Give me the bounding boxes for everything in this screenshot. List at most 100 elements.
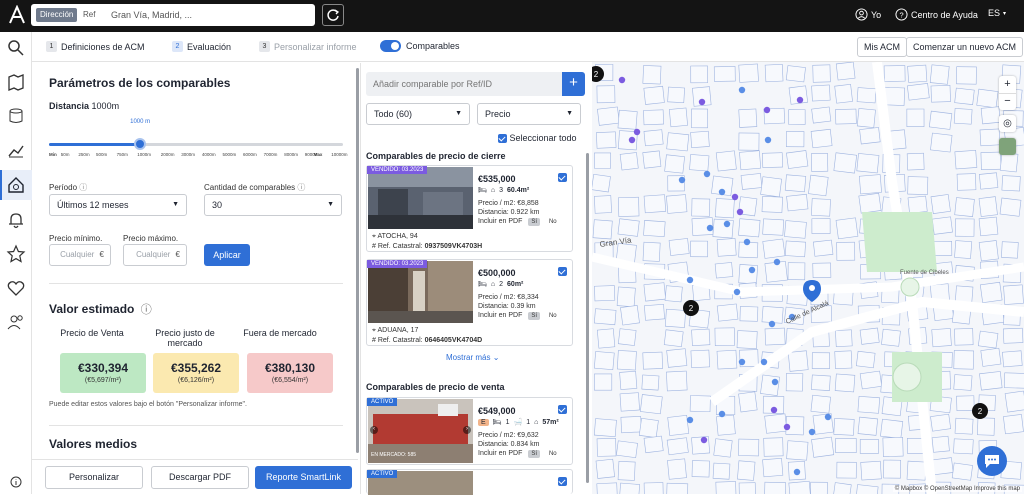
- distance-slider[interactable]: 1000 m Min 50m 250m 500m 750m 1000m 2000m 3000m…: [49, 119, 348, 157]
- locate-button[interactable]: ◎: [999, 115, 1016, 132]
- comparable-checkbox[interactable]: [558, 405, 567, 414]
- search-mode-ref-tab[interactable]: Ref: [83, 8, 95, 22]
- bell-icon[interactable]: [6, 210, 26, 230]
- include-yes-button[interactable]: Sí: [528, 218, 540, 226]
- comparable-map-marker[interactable]: [700, 436, 708, 444]
- comparable-map-marker[interactable]: [736, 208, 744, 216]
- info-icon[interactable]: ⓘ: [141, 304, 152, 316]
- left-panel-scrollbar[interactable]: [356, 68, 359, 453]
- zoom-in-button[interactable]: +: [999, 76, 1016, 93]
- comparable-map-marker[interactable]: [628, 136, 636, 144]
- comparable-map-marker[interactable]: [718, 410, 726, 418]
- cluster-marker[interactable]: 2: [683, 300, 699, 316]
- comparable-map-marker[interactable]: [783, 423, 791, 431]
- comparable-map-marker[interactable]: [686, 276, 694, 284]
- comparable-map-marker[interactable]: [698, 98, 706, 106]
- comparable-map-marker[interactable]: [686, 416, 694, 424]
- gallery-next-arrow[interactable]: ›: [463, 426, 471, 434]
- comparable-map-marker[interactable]: [718, 188, 726, 196]
- comparable-map-marker[interactable]: [723, 220, 731, 228]
- comparable-map-marker[interactable]: [764, 136, 772, 144]
- comparable-card[interactable]: ACTIVO ‹ › EN MERCADO: 585 €549,000 E 🛏 …: [366, 397, 573, 465]
- smartlink-report-button[interactable]: Reporte SmartLink: [255, 466, 352, 489]
- comparable-map-marker[interactable]: [763, 106, 771, 114]
- filter-select[interactable]: Todo (60) ▼: [366, 103, 470, 125]
- comparable-map-marker[interactable]: [738, 86, 746, 94]
- step-definitions[interactable]: 1 Definiciones de ACM: [46, 41, 145, 52]
- chart-icon[interactable]: [6, 140, 26, 160]
- step-evaluation[interactable]: 2 Evaluación: [172, 41, 231, 52]
- min-price-input[interactable]: Cualquier €: [49, 244, 111, 266]
- map-style-button[interactable]: [999, 138, 1016, 155]
- comparable-checkbox[interactable]: [558, 173, 567, 182]
- comparable-map-marker[interactable]: [768, 320, 776, 328]
- comparable-map-marker[interactable]: [760, 358, 768, 366]
- comparables-toggle[interactable]: [380, 40, 401, 52]
- refresh-button[interactable]: [322, 4, 344, 26]
- include-no-button[interactable]: No: [546, 218, 560, 226]
- users-icon[interactable]: [6, 312, 26, 332]
- apply-button[interactable]: Aplicar: [204, 244, 250, 266]
- period-select[interactable]: Últimos 12 meses ▼: [49, 194, 187, 216]
- sort-select[interactable]: Precio ▼: [477, 103, 581, 125]
- comparable-map-marker[interactable]: [808, 428, 816, 436]
- chat-button[interactable]: [977, 446, 1007, 476]
- comparable-map-marker[interactable]: [618, 76, 626, 84]
- comparable-map-marker[interactable]: [748, 266, 756, 274]
- comparable-map-marker[interactable]: [678, 176, 686, 184]
- comparable-map-marker[interactable]: [743, 238, 751, 246]
- map-view[interactable]: Gran Vía Calle de Alcalá Fuente de Cibel…: [592, 62, 1024, 494]
- count-select[interactable]: 30 ▼: [204, 194, 342, 216]
- search-icon[interactable]: [6, 38, 26, 58]
- money-icon[interactable]: [6, 106, 26, 126]
- max-price-input[interactable]: Cualquier €: [123, 244, 187, 266]
- include-no-button[interactable]: No: [546, 312, 560, 320]
- address-search[interactable]: Dirección Ref: [31, 4, 315, 26]
- add-comparable-button[interactable]: +: [562, 72, 585, 96]
- user-menu[interactable]: Yo: [855, 8, 881, 21]
- comparable-card[interactable]: VENDIDO: 03.2023 €535,000 🛏 ⌂ 3 60.4m² Pr…: [366, 165, 573, 252]
- comparable-map-marker[interactable]: [703, 170, 711, 178]
- show-more-link[interactable]: Mostrar más ⌄: [446, 353, 499, 362]
- download-pdf-button[interactable]: Descargar PDF: [151, 466, 249, 489]
- comparable-checkbox[interactable]: [558, 477, 567, 486]
- search-mode-address-tab[interactable]: Dirección: [36, 8, 78, 22]
- help-center-link[interactable]: ? Centro de Ayuda: [895, 8, 978, 21]
- slider-handle[interactable]: [134, 138, 147, 150]
- step-customize-report[interactable]: 3 Personalizar informe: [259, 41, 357, 52]
- comparable-map-marker[interactable]: [824, 413, 832, 421]
- new-acm-button[interactable]: Comenzar un nuevo ACM: [906, 37, 1024, 57]
- comparable-checkbox[interactable]: [558, 267, 567, 276]
- zoom-out-button[interactable]: −: [999, 93, 1016, 110]
- include-yes-button[interactable]: Sí: [528, 450, 540, 458]
- comparable-map-marker[interactable]: [771, 378, 779, 386]
- comparable-map-marker[interactable]: [731, 193, 739, 201]
- heart-home-icon[interactable]: [6, 278, 26, 298]
- comparables-scrollbar[interactable]: [586, 153, 589, 483]
- cluster-marker[interactable]: 2: [972, 403, 988, 419]
- map-canvas[interactable]: Gran Vía Calle de Alcalá Fuente de Cibel…: [592, 62, 1024, 494]
- include-yes-button[interactable]: Sí: [528, 312, 540, 320]
- select-all-checkbox[interactable]: [498, 134, 507, 144]
- comparable-map-marker[interactable]: [738, 358, 746, 366]
- address-search-input[interactable]: [111, 8, 221, 22]
- sidebar-item-acm[interactable]: [0, 170, 32, 200]
- comparable-map-marker[interactable]: [706, 224, 714, 232]
- customize-button[interactable]: Personalizar: [45, 466, 143, 489]
- comparable-card[interactable]: VENDIDO: 03.2023 €500,000 🛏 ⌂ 2 60m² Prec…: [366, 259, 573, 346]
- comparable-card[interactable]: ACTIVO: [366, 469, 573, 495]
- star-icon[interactable]: [6, 244, 26, 264]
- select-all[interactable]: Seleccionar todo: [498, 133, 577, 144]
- comparable-map-marker[interactable]: [733, 288, 741, 296]
- include-no-button[interactable]: No: [546, 450, 560, 458]
- my-acm-button[interactable]: Mis ACM: [857, 37, 907, 57]
- comparable-map-marker[interactable]: [633, 128, 641, 136]
- comparable-map-marker[interactable]: [770, 406, 778, 414]
- map-attribution[interactable]: © Mapbox © OpenStreetMap Improve this ma…: [892, 486, 1022, 492]
- add-comparable-input[interactable]: [366, 72, 563, 96]
- comparable-map-marker[interactable]: [796, 96, 804, 104]
- map-pin-icon[interactable]: [6, 72, 26, 92]
- comparable-map-marker[interactable]: [793, 468, 801, 476]
- comparable-map-marker[interactable]: [773, 258, 781, 266]
- info-icon[interactable]: [6, 472, 26, 492]
